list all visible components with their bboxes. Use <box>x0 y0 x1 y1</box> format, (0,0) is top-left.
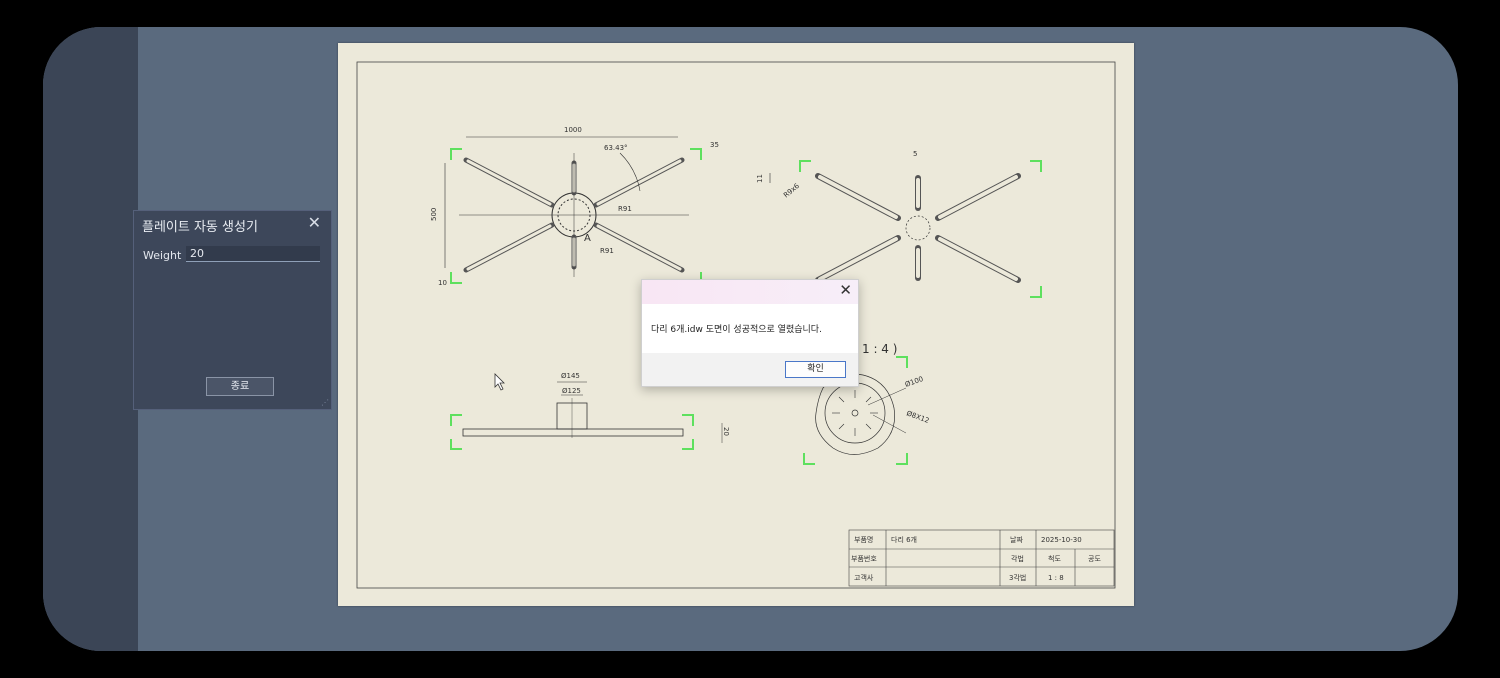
close-icon[interactable]: ✕ <box>308 213 321 232</box>
dim-r9x6: R9x6 <box>782 182 801 200</box>
tb-customer-label: 고객사 <box>854 573 874 582</box>
tb-tolerance-label: 공도 <box>1088 555 1101 563</box>
tb-scale-value: 1 : 8 <box>1048 574 1064 582</box>
dim-r91a: R91 <box>618 205 632 213</box>
tb-scale-label: 척도 <box>1048 555 1061 563</box>
dim-5: 5 <box>913 150 917 158</box>
tb-method-label: 각법 <box>1011 554 1024 563</box>
dialog-message: 다리 6개.idw 도면이 성공적으로 열렸습니다. <box>651 325 822 335</box>
dialog-header <box>642 280 858 304</box>
ok-button[interactable]: 확인 <box>785 361 846 378</box>
exit-button[interactable]: 종료 <box>206 377 274 396</box>
dim-d100: Ø100 <box>904 375 924 389</box>
dim-d145: Ø145 <box>561 372 580 380</box>
dim-11: 11 <box>756 174 764 183</box>
tb-part-name-value: 다리 6개 <box>891 535 917 544</box>
dim-d125: Ø125 <box>562 387 581 395</box>
dim-angle: 63.43° <box>604 144 628 152</box>
dialog-close-icon[interactable]: ✕ <box>839 281 852 299</box>
mouse-cursor-icon <box>494 373 505 391</box>
tb-method-value: 3각법 <box>1009 573 1026 582</box>
weight-input[interactable] <box>186 246 320 262</box>
dim-500: 500 <box>430 208 438 221</box>
tb-part-no-label: 부품번호 <box>851 554 877 563</box>
left-sidebar <box>43 27 138 651</box>
message-dialog: ✕ 다리 6개.idw 도면이 성공적으로 열렸습니다. 확인 <box>641 279 859 387</box>
top-view-right <box>769 173 1021 283</box>
dim-r91b: R91 <box>600 247 614 255</box>
plate-generator-panel: 플레이트 자동 생성기 ✕ Weight 종료 ⋰ <box>133 210 332 410</box>
tb-date-value: 2025-10-30 <box>1041 536 1082 544</box>
dim-35: 35 <box>710 141 719 149</box>
tb-date-label: 날짜 <box>1010 535 1023 544</box>
top-view-left <box>444 136 689 277</box>
dim-d8x12: Ø8X12 <box>905 409 930 425</box>
side-view <box>462 381 723 443</box>
scale-note: 1 : 4 ) <box>862 342 897 356</box>
dim-20: 20 <box>722 427 730 436</box>
panel-title: 플레이트 자동 생성기 <box>142 220 258 235</box>
tb-part-name-label: 부품명 <box>854 535 873 544</box>
resize-grip-icon[interactable]: ⋰ <box>321 398 329 407</box>
weight-label: Weight <box>143 249 182 262</box>
dim-10: 10 <box>438 279 447 287</box>
dim-1000: 1000 <box>564 126 582 134</box>
app-window: 1000 63.43° 35 500 R91 R91 10 A 5 11 R9x… <box>43 27 1458 651</box>
label-a: A <box>584 233 591 244</box>
